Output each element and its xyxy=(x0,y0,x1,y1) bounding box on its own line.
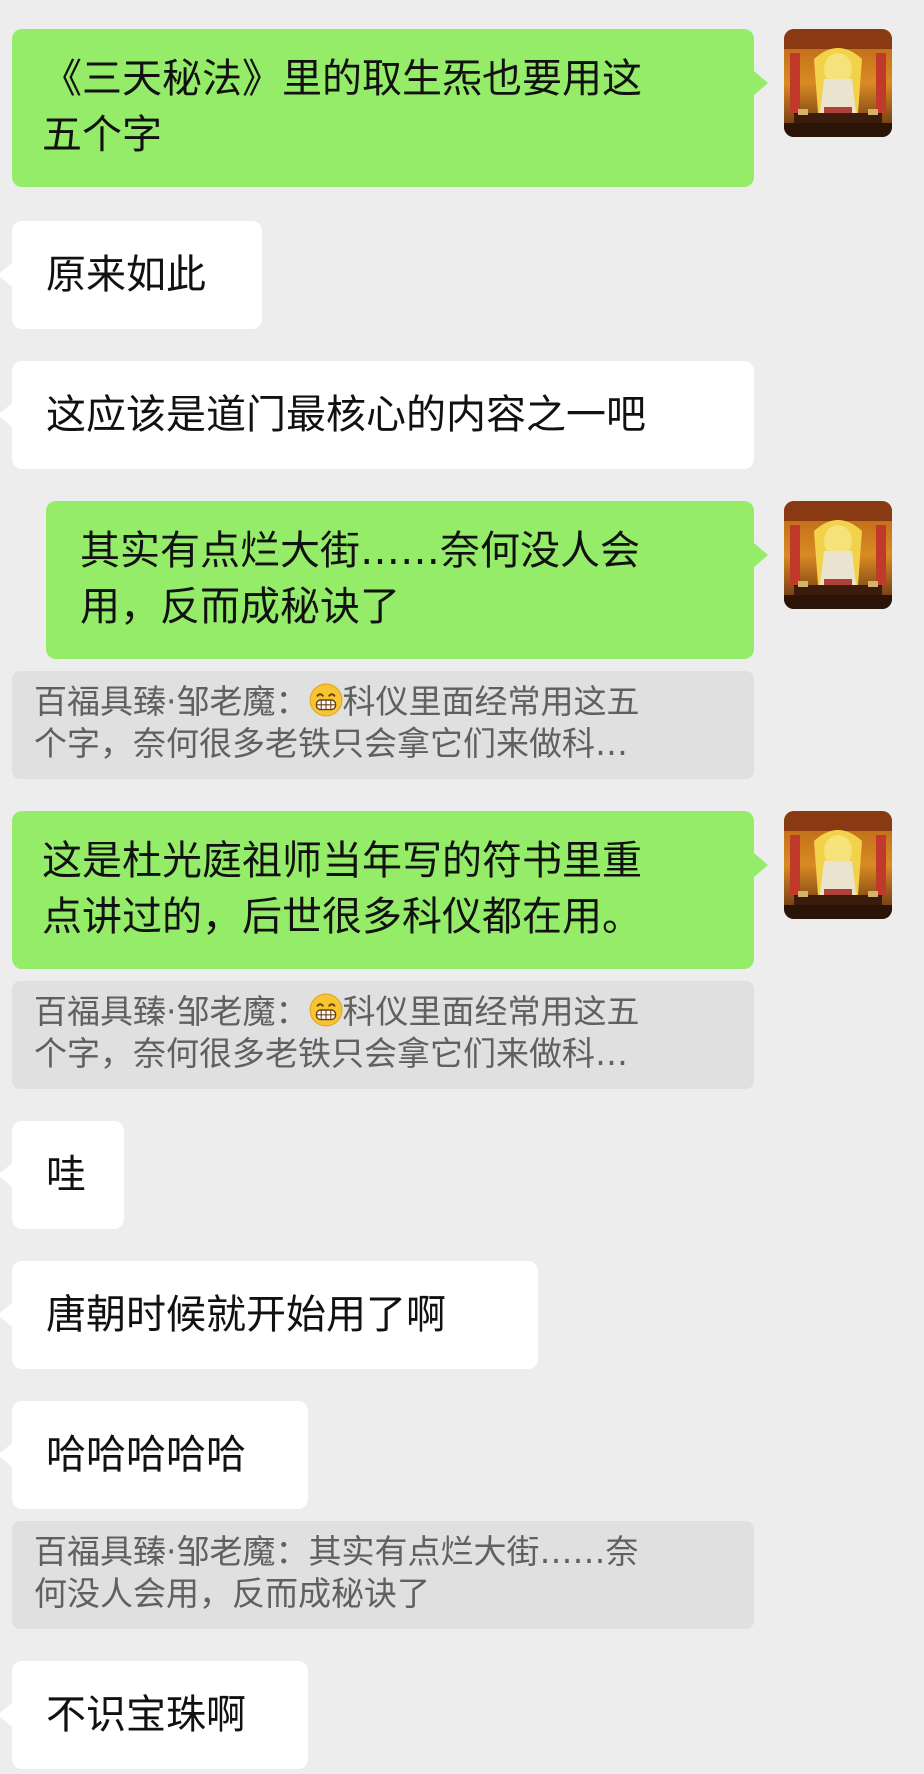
message-bubble-other[interactable]: 哈哈哈哈哈 xyxy=(0,1401,308,1509)
message-bubble-other[interactable]: 原来如此 xyxy=(0,221,262,329)
deity-statue-avatar-icon xyxy=(784,501,892,609)
quote-text: 科仪里面经常用这五 xyxy=(342,682,640,721)
message-bubble-other[interactable]: 哇 xyxy=(0,1121,124,1229)
message-bubble-other[interactable]: 这应该是道门最核心的内容之一吧 xyxy=(0,361,754,469)
quote-line: 何没人会用，反而成秘诀了 xyxy=(34,1574,430,1613)
message-text-line: 点讲过的，后世很多科仪都在用。 xyxy=(42,894,642,940)
deity-statue-avatar-icon xyxy=(784,811,892,919)
message-text-line: 其实有点烂大街……奈何没人会 xyxy=(80,528,640,574)
message-text: 哈哈哈哈哈 xyxy=(46,1432,246,1478)
message-text-line: 这是杜光庭祖师当年写的符书里重 xyxy=(42,838,642,884)
quote-line: 百福具臻·邹老魔：其实有点烂大街……奈 xyxy=(34,1532,639,1571)
message-bubble-other[interactable]: 唐朝时候就开始用了啊 xyxy=(0,1261,538,1369)
message-bubble-self[interactable]: 《三天秘法》里的取生炁也要用这 五个字 xyxy=(12,29,768,187)
quote-line: 个字，奈何很多老铁只会拿它们来做科… xyxy=(34,1034,628,1073)
message-text-line: 用，反而成秘诀了 xyxy=(80,584,400,630)
avatar[interactable] xyxy=(784,501,892,609)
deity-statue-avatar-icon xyxy=(784,29,892,137)
avatar[interactable] xyxy=(784,29,892,137)
message-text: 这应该是道门最核心的内容之一吧 xyxy=(46,392,646,438)
quote-line: 个字，奈何很多老铁只会拿它们来做科… xyxy=(34,724,628,763)
quote-sender: 百福具臻·邹老魔： xyxy=(34,682,309,721)
message-text-line: 《三天秘法》里的取生炁也要用这 xyxy=(42,56,642,102)
quote-sender: 百福具臻·邹老魔： xyxy=(34,992,309,1031)
quoted-reply[interactable]: 百福具臻·邹老魔： 科仪里面经常用这五 个字，奈何很多老铁只会拿它们来做科… xyxy=(12,671,754,779)
message-bubble-other[interactable]: 不识宝珠啊 xyxy=(0,1661,308,1769)
message-text: 唐朝时候就开始用了啊 xyxy=(46,1292,446,1338)
quote-text: 科仪里面经常用这五 xyxy=(342,992,640,1031)
grinning-face-emoji-icon xyxy=(309,993,343,1027)
quote-line: 百福具臻·邹老魔： 科仪里面经常用这五 xyxy=(34,991,732,1033)
grinning-face-emoji-icon xyxy=(309,683,343,717)
message-text: 哇 xyxy=(46,1152,86,1198)
message-text: 不识宝珠啊 xyxy=(46,1692,246,1738)
message-bubble-self[interactable]: 这是杜光庭祖师当年写的符书里重 点讲过的，后世很多科仪都在用。 xyxy=(12,811,768,969)
quoted-reply[interactable]: 百福具臻·邹老魔： 科仪里面经常用这五 个字，奈何很多老铁只会拿它们来做科… xyxy=(12,981,754,1089)
message-text: 原来如此 xyxy=(46,252,206,298)
message-bubble-self[interactable]: 其实有点烂大街……奈何没人会 用，反而成秘诀了 xyxy=(46,501,768,659)
quoted-reply[interactable]: 百福具臻·邹老魔：其实有点烂大街……奈 何没人会用，反而成秘诀了 xyxy=(12,1521,754,1629)
quote-line: 百福具臻·邹老魔： 科仪里面经常用这五 xyxy=(34,681,732,723)
avatar[interactable] xyxy=(784,811,892,919)
message-text-line: 五个字 xyxy=(42,112,162,158)
